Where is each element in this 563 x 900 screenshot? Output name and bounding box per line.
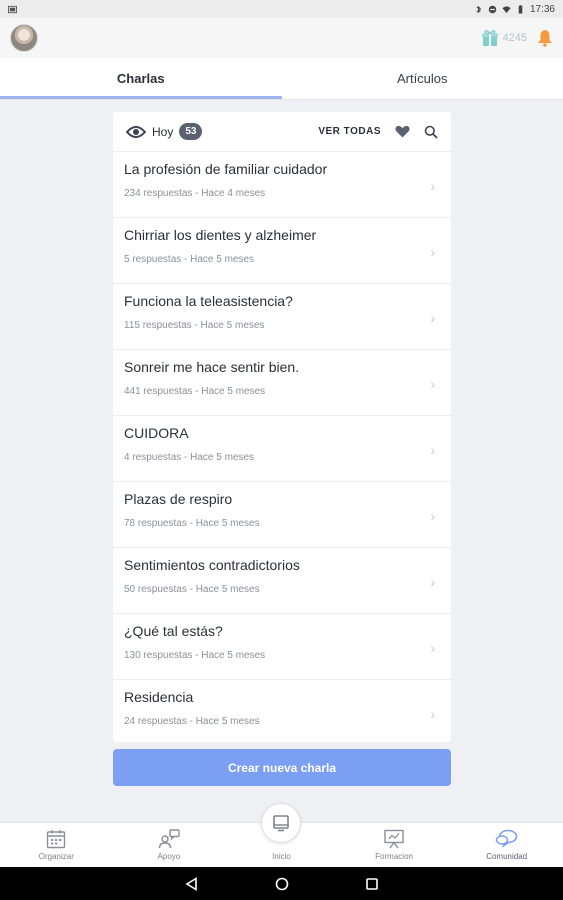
app-bar: 4245 xyxy=(0,18,563,58)
thread-title: Chirriar los dientes y alzheimer xyxy=(124,227,317,243)
training-icon xyxy=(384,829,404,849)
thread-row[interactable]: ¿Qué tal estás? 130 respuestas - Hace 5 … xyxy=(113,614,451,680)
nav-label: Comunidad xyxy=(486,852,528,861)
thread-row[interactable]: Funciona la teleasistencia? 115 respuest… xyxy=(113,284,451,350)
nav-apoyo[interactable]: Apoyo xyxy=(113,823,226,867)
create-thread-button[interactable]: Crear nueva charla xyxy=(113,749,451,786)
thread-title: CUIDORA xyxy=(124,425,189,441)
count-badge: 53 xyxy=(179,123,203,140)
home-icon xyxy=(273,815,289,832)
nav-label: Organizar xyxy=(38,852,74,861)
thread-meta: 234 respuestas - Hace 4 meses xyxy=(124,188,266,199)
recents-button[interactable] xyxy=(362,874,382,894)
thread-meta: 115 respuestas - Hace 5 meses xyxy=(124,320,265,331)
thread-row[interactable]: Sentimientos contradictorios 50 respuest… xyxy=(113,548,451,614)
thread-title: Sonreir me hace sentir bien. xyxy=(124,359,300,375)
bell-icon[interactable] xyxy=(537,29,553,47)
thread-row[interactable]: CUIDORA 4 respuestas - Hace 5 meses › xyxy=(113,416,451,482)
back-triangle-icon xyxy=(184,876,197,891)
thread-meta: 24 respuestas - Hace 5 meses xyxy=(124,716,260,727)
thread-meta: 4 respuestas - Hace 5 meses xyxy=(124,452,255,463)
chat-icon xyxy=(495,829,517,848)
chevron-right-icon: › xyxy=(430,178,435,194)
chevron-right-icon: › xyxy=(430,310,435,326)
nav-formacion[interactable]: Formacion xyxy=(338,823,451,867)
thread-row[interactable]: Residencia 24 respuestas - Hace 5 meses … xyxy=(113,680,451,742)
recents-square-icon xyxy=(365,877,378,890)
chevron-right-icon: › xyxy=(430,442,435,458)
thread-meta: 50 respuestas - Hace 5 meses xyxy=(124,584,260,595)
see-all-link[interactable]: VER TODAS xyxy=(318,126,381,137)
chevron-right-icon: › xyxy=(430,574,435,590)
home-circle-icon xyxy=(275,877,288,890)
threads-card: Hoy 53 VER TODAS La profesión de familia… xyxy=(113,112,451,742)
heart-icon[interactable] xyxy=(395,125,410,138)
tab-charlas[interactable]: Charlas xyxy=(0,58,282,99)
tab-bar: Charlas Artículos xyxy=(0,58,563,100)
home-system-button[interactable] xyxy=(272,874,292,894)
nav-comunidad[interactable]: Comunidad xyxy=(450,823,563,867)
thread-title: Sentimientos contradictorios xyxy=(124,557,300,573)
system-nav-bar xyxy=(0,867,563,900)
tab-articulos[interactable]: Artículos xyxy=(282,58,563,99)
battery-icon xyxy=(518,4,523,14)
thread-row[interactable]: Sonreir me hace sentir bien. 441 respues… xyxy=(113,350,451,416)
thread-title: La profesión de familiar cuidador xyxy=(124,161,328,177)
status-time: 17:36 xyxy=(529,3,555,15)
support-icon xyxy=(158,829,180,849)
chevron-right-icon: › xyxy=(430,508,435,524)
thread-title: ¿Qué tal estás? xyxy=(124,623,223,639)
chevron-right-icon: › xyxy=(430,706,435,722)
nav-label: Inicio xyxy=(272,852,291,861)
points-counter[interactable]: 4245 xyxy=(481,29,527,47)
chevron-right-icon: › xyxy=(430,244,435,260)
thread-title: Funciona la teleasistencia? xyxy=(124,293,293,309)
search-icon[interactable] xyxy=(424,125,438,139)
thread-meta: 5 respuestas - Hace 5 meses xyxy=(124,254,255,265)
nav-label: Formacion xyxy=(375,852,413,861)
thread-title: Plazas de respiro xyxy=(124,491,233,507)
gift-icon xyxy=(481,30,498,46)
nav-label: Apoyo xyxy=(157,852,181,861)
back-button[interactable] xyxy=(182,874,202,894)
chevron-right-icon: › xyxy=(430,376,435,392)
status-bar: 17:36 xyxy=(0,0,563,18)
calendar-icon xyxy=(47,830,66,849)
thread-meta: 130 respuestas - Hace 5 meses xyxy=(124,650,266,661)
bluetooth-icon xyxy=(476,5,481,13)
thread-meta: 441 respuestas - Hace 5 meses xyxy=(124,386,266,397)
thread-row[interactable]: Plazas de respiro 78 respuestas - Hace 5… xyxy=(113,482,451,548)
eye-icon xyxy=(126,125,146,138)
thread-meta: 78 respuestas - Hace 5 meses xyxy=(124,518,260,529)
nav-organizar[interactable]: Organizar xyxy=(0,823,113,867)
wifi-icon xyxy=(502,5,511,13)
chevron-right-icon: › xyxy=(430,640,435,656)
thread-row[interactable]: La profesión de familiar cuidador 234 re… xyxy=(113,152,451,218)
home-button[interactable] xyxy=(261,803,301,843)
filter-label: Hoy xyxy=(152,124,174,139)
do-not-disturb-icon xyxy=(488,5,497,13)
thread-row[interactable]: Chirriar los dientes y alzheimer 5 respu… xyxy=(113,218,451,284)
threads-header: Hoy 53 VER TODAS xyxy=(113,112,451,152)
points-value: 4245 xyxy=(502,32,527,44)
avatar[interactable] xyxy=(10,24,38,52)
thread-title: Residencia xyxy=(124,689,194,705)
today-filter[interactable]: Hoy 53 xyxy=(126,123,203,140)
screenshot-icon xyxy=(8,5,17,13)
